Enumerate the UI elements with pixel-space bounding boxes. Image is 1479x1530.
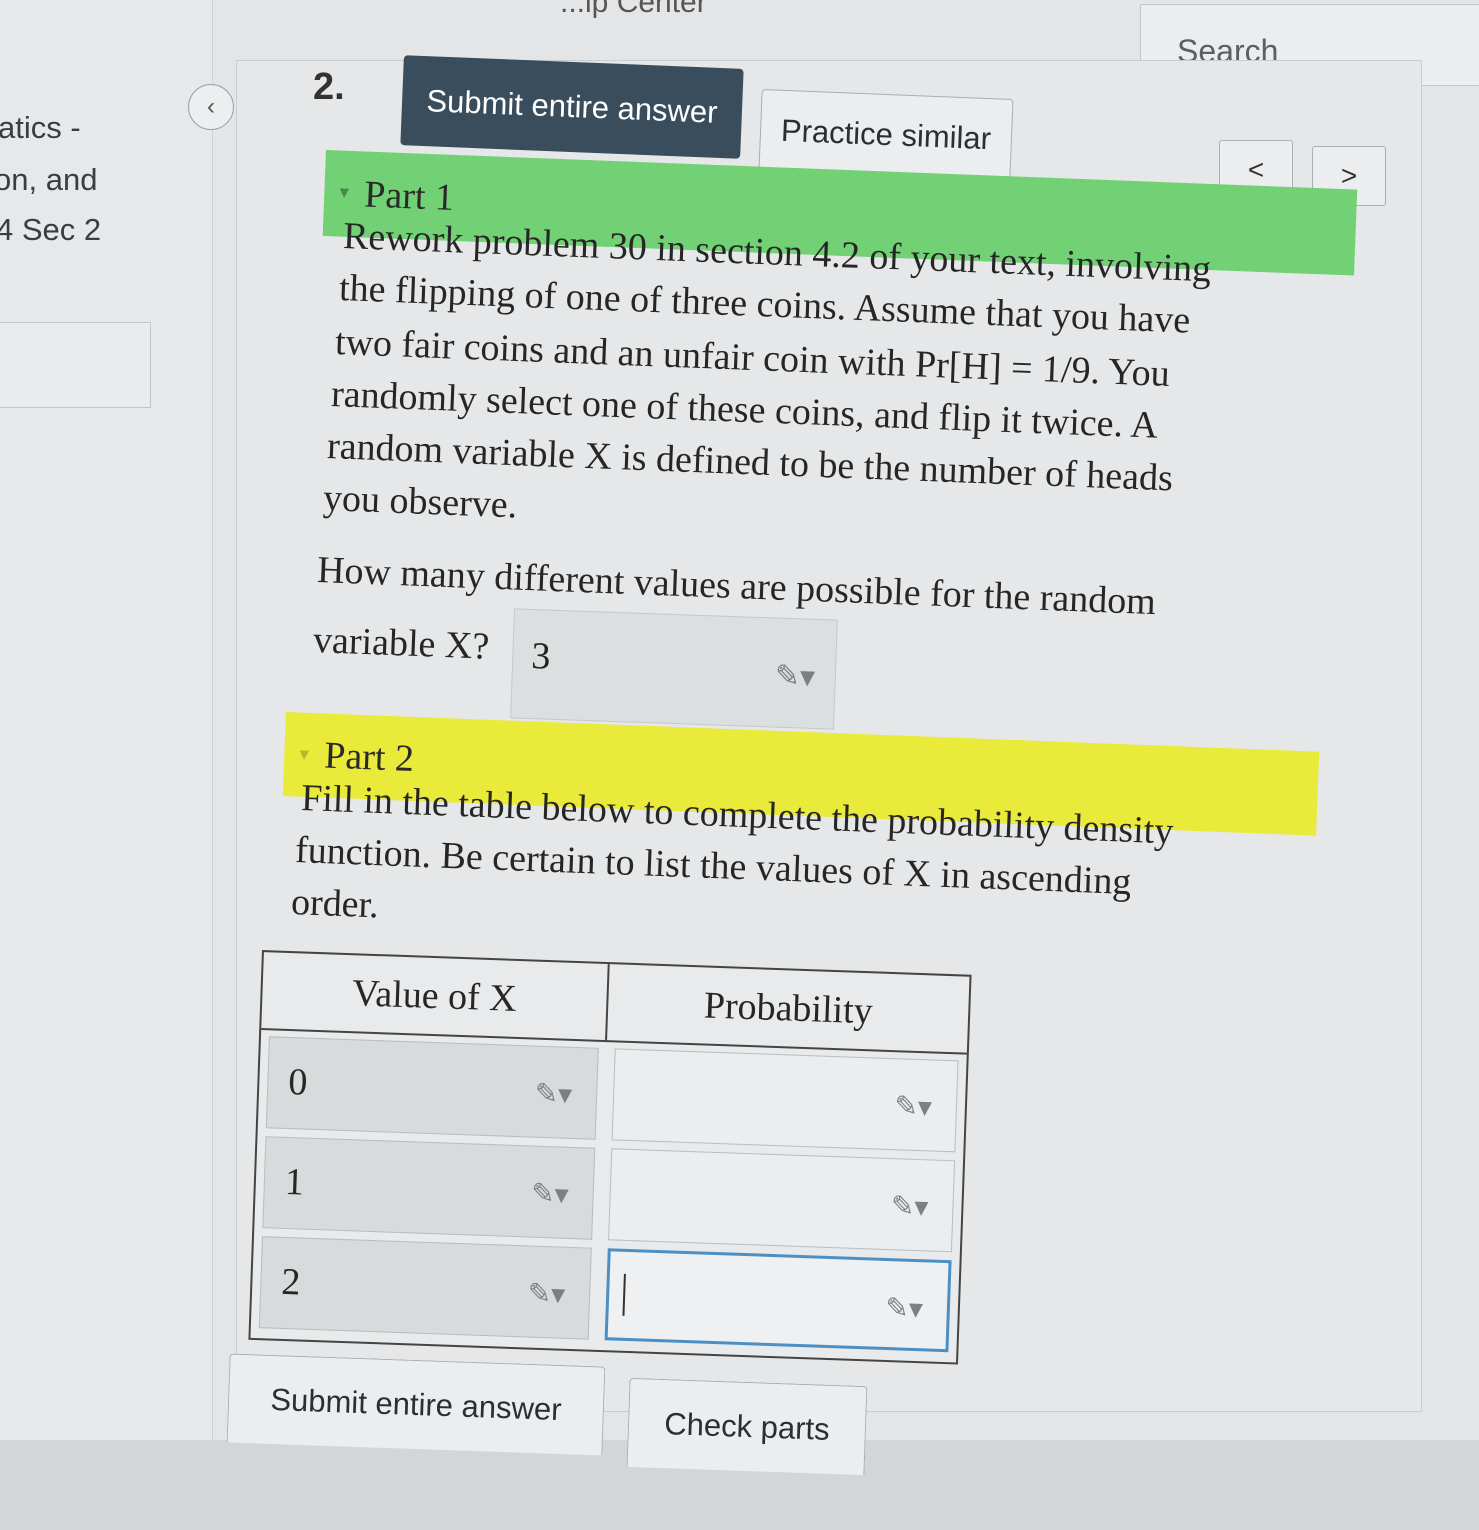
pdf-table: Value of X Probability 0 ✎▾ ✎▾ 1 ✎▾ ✎▾ 2…: [248, 950, 972, 1365]
submit-entire-answer-button[interactable]: Submit entire answer: [400, 55, 744, 159]
question-number: 2.: [313, 66, 345, 108]
probability-input-row-0[interactable]: ✎▾: [611, 1048, 959, 1153]
sidebar-line-2[interactable]: on, and: [0, 162, 97, 198]
part-2-text-line: order.: [290, 880, 380, 927]
collapse-sidebar-button[interactable]: ‹: [188, 84, 234, 130]
collapse-triangle-icon: ▼: [296, 746, 313, 765]
header-value-of-x: Value of X: [261, 952, 610, 1043]
pencil-icon[interactable]: ✎▾: [885, 1291, 924, 1325]
collapse-triangle-icon: ▼: [336, 184, 353, 203]
part-1-question-line: variable X?: [312, 618, 491, 668]
chevron-right-icon: >: [1340, 160, 1358, 191]
chevron-left-icon: ‹: [207, 93, 215, 120]
sidebar-line-1[interactable]: atics -: [0, 110, 81, 146]
value-x-input-row-2[interactable]: 2 ✎▾: [258, 1236, 592, 1340]
value-x-text: 1: [284, 1160, 305, 1204]
probability-input-row-2[interactable]: ✎▾: [604, 1248, 952, 1353]
part-2-title: Part 2: [323, 734, 415, 780]
value-x-input-row-1[interactable]: 1 ✎▾: [262, 1136, 596, 1240]
sidebar-box[interactable]: [0, 322, 151, 408]
page-title-partial: ...ip Center: [560, 0, 707, 19]
answer-value: 3: [530, 635, 552, 678]
check-parts-button[interactable]: Check parts: [626, 1377, 868, 1476]
part-1-text-line: you observe.: [322, 476, 519, 527]
probability-input-row-1[interactable]: ✎▾: [608, 1148, 956, 1253]
pencil-icon[interactable]: ✎▾: [534, 1077, 573, 1111]
pencil-icon[interactable]: ✎▾: [890, 1189, 929, 1223]
answer-input-num-values[interactable]: 3 ✎▾: [510, 608, 838, 730]
sidebar-line-3[interactable]: 4 Sec 2: [0, 212, 101, 248]
pencil-icon[interactable]: ✎▾: [894, 1089, 933, 1123]
part-1-title: Part 1: [363, 173, 455, 219]
sidebar: atics - on, and 4 Sec 2: [0, 0, 213, 1527]
pencil-icon[interactable]: ✎▾: [774, 659, 815, 695]
header-probability: Probability: [606, 964, 970, 1055]
pencil-icon[interactable]: ✎▾: [531, 1177, 570, 1211]
pencil-icon[interactable]: ✎▾: [527, 1276, 566, 1310]
chevron-left-icon: <: [1247, 154, 1265, 185]
value-x-text: 0: [287, 1061, 309, 1104]
value-x-input-row-0[interactable]: 0 ✎▾: [265, 1036, 599, 1140]
value-x-text: 2: [280, 1260, 302, 1304]
submit-entire-answer-button-bottom[interactable]: Submit entire answer: [226, 1353, 606, 1456]
text-caret: [622, 1273, 626, 1316]
